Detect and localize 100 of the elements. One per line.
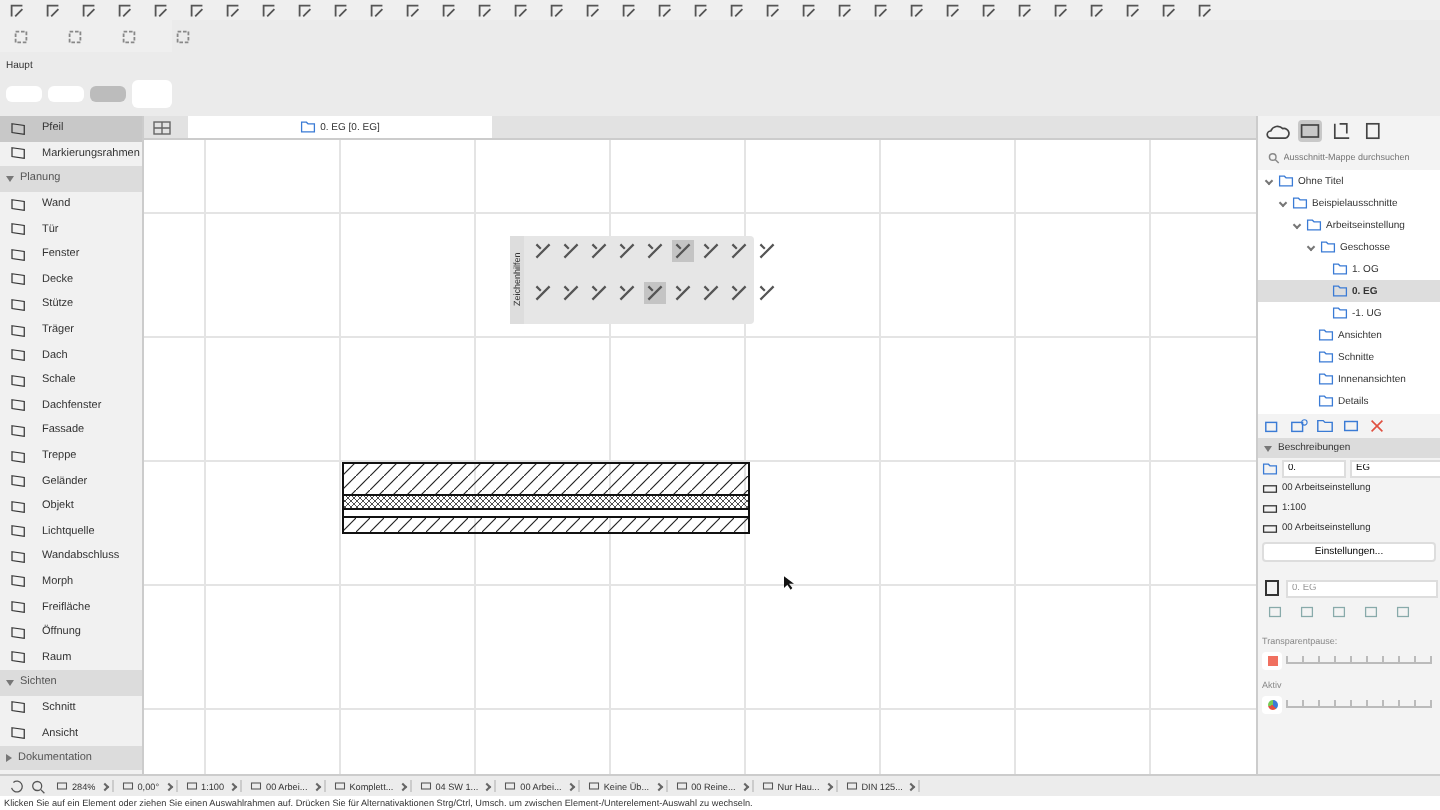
drawing-aid-glyph-icon[interactable] — [560, 282, 582, 304]
drawing-aid-glyph-icon[interactable] — [560, 240, 582, 262]
status-glyph-icon — [504, 780, 517, 792]
zoom-in-icon[interactable] — [30, 778, 48, 794]
toolbar-glyph-icon[interactable] — [12, 27, 30, 45]
expand-chevron-icon[interactable] — [1306, 242, 1316, 252]
publisher-icon[interactable] — [1362, 119, 1386, 141]
drawing-aid-glyph-icon[interactable] — [588, 282, 610, 304]
toolbar-glyph-icon[interactable] — [116, 2, 134, 20]
toolbar-glyph-icon[interactable] — [872, 2, 890, 20]
color-swatch[interactable] — [1262, 651, 1282, 669]
new-view-icon[interactable] — [1264, 418, 1282, 434]
expand-chevron-icon[interactable] — [1264, 176, 1274, 186]
toolbar-glyph-icon[interactable] — [476, 2, 494, 20]
toolbar-glyph-icon[interactable] — [80, 2, 98, 20]
toolbar-glyph-icon[interactable] — [908, 2, 926, 20]
toolbar-glyph-icon[interactable] — [368, 2, 386, 20]
expand-chevron-icon[interactable] — [1292, 220, 1302, 230]
folder-icon — [1262, 461, 1278, 475]
chevron-icon — [566, 781, 575, 791]
toolbar-glyph-icon[interactable] — [584, 2, 602, 20]
drawing-aid-glyph-icon[interactable] — [728, 240, 750, 262]
toolbar-glyph-icon[interactable] — [8, 2, 26, 20]
status-glyph-icon — [333, 780, 346, 792]
drawing-aid-glyph-icon[interactable] — [700, 282, 722, 304]
cloud-icon[interactable] — [1266, 119, 1290, 141]
toolbar-glyph-icon[interactable] — [692, 2, 710, 20]
toolbar-glyph-icon[interactable] — [440, 2, 458, 20]
drawing-aid-glyph-icon[interactable] — [616, 282, 638, 304]
drawing-aid-glyph-icon[interactable] — [532, 240, 554, 262]
chevron-icon — [163, 781, 173, 791]
toolbar-glyph-icon[interactable] — [1052, 2, 1070, 20]
toolbar-glyph-icon[interactable] — [620, 2, 638, 20]
toolbar-glyph-icon[interactable] — [296, 2, 314, 20]
view-map-icon[interactable] — [1298, 119, 1322, 141]
toolbar-glyph-icon[interactable] — [836, 2, 854, 20]
chevron-icon — [398, 781, 407, 791]
folder-icon — [300, 120, 317, 134]
drawing-aid-glyph-icon[interactable] — [672, 240, 694, 262]
page-icon[interactable] — [1262, 578, 1282, 598]
status-glyph-icon — [845, 780, 858, 792]
toolbar-glyph-icon[interactable] — [120, 27, 138, 45]
status-glyph-icon — [56, 780, 68, 792]
toolbar-glyph-icon[interactable] — [1196, 2, 1214, 20]
clone-view-icon[interactable] — [1290, 418, 1308, 434]
color-swatch[interactable] — [1262, 695, 1282, 713]
toolbar-glyph-icon[interactable] — [152, 2, 170, 20]
toolbar-glyph-icon[interactable] — [656, 2, 674, 20]
toolbar-glyph-icon[interactable] — [728, 2, 746, 20]
chevron-icon — [653, 781, 663, 791]
toolbar-glyph-icon[interactable] — [1088, 2, 1106, 20]
toolbar-glyph-icon[interactable] — [260, 2, 278, 20]
status-glyph-icon — [121, 780, 134, 792]
status-glyph-icon — [761, 780, 774, 792]
chevron-icon — [312, 781, 321, 791]
drawing-aid-glyph-icon[interactable] — [672, 282, 694, 304]
toolbar-glyph-icon[interactable] — [188, 2, 206, 20]
drawing-aid-glyph-icon[interactable] — [644, 282, 666, 304]
toolbar-glyph-icon[interactable] — [944, 2, 962, 20]
drawing-aid-glyph-icon[interactable] — [756, 240, 778, 262]
toolbar-glyph-icon[interactable] — [1016, 2, 1034, 20]
view-settings-icon[interactable] — [1342, 418, 1360, 434]
toolbar-glyph-icon[interactable] — [404, 2, 422, 20]
toolbar-glyph-icon[interactable] — [332, 2, 350, 20]
toolbar-glyph-icon[interactable] — [512, 2, 530, 20]
mouse-pointer-icon — [784, 576, 794, 590]
drawing-aid-glyph-icon[interactable] — [616, 240, 638, 262]
chevron-icon — [483, 781, 492, 791]
status-glyph-icon — [250, 780, 263, 792]
chevron-icon — [228, 781, 238, 791]
drawing-aid-glyph-icon[interactable] — [728, 282, 750, 304]
toolbar-glyph-icon[interactable] — [980, 2, 998, 20]
chevron-icon — [824, 781, 833, 791]
toolbar-glyph-icon[interactable] — [174, 27, 192, 45]
toolbar-glyph-icon[interactable] — [224, 2, 242, 20]
toolbar-glyph-icon[interactable] — [1124, 2, 1142, 20]
undo-view-icon[interactable] — [8, 778, 26, 794]
toolbar-glyph-icon[interactable] — [548, 2, 566, 20]
delete-icon[interactable] — [1368, 418, 1386, 434]
drawing-aid-glyph-icon[interactable] — [644, 240, 666, 262]
grid-view-icon[interactable] — [152, 119, 172, 135]
chevron-icon — [740, 781, 749, 791]
drawing-aid-glyph-icon[interactable] — [588, 240, 610, 262]
toolbar-glyph-icon[interactable] — [44, 2, 62, 20]
new-folder-icon[interactable] — [1316, 418, 1334, 434]
toolbar-glyph-icon[interactable] — [66, 27, 84, 45]
chevron-icon — [907, 781, 917, 791]
status-glyph-icon — [675, 780, 688, 792]
expand-chevron-icon[interactable] — [1278, 198, 1288, 208]
layout-book-icon[interactable] — [1330, 119, 1354, 141]
status-glyph-icon — [587, 780, 600, 792]
search-icon — [1268, 151, 1280, 163]
drawing-aid-glyph-icon[interactable] — [700, 240, 722, 262]
drawing-aid-glyph-icon[interactable] — [756, 282, 778, 304]
drawing-aid-glyph-icon[interactable] — [532, 282, 554, 304]
toolbar-glyph-icon[interactable] — [764, 2, 782, 20]
chevron-icon — [100, 781, 109, 791]
toolbar-glyph-icon[interactable] — [1160, 2, 1178, 20]
toolbar-glyph-icon[interactable] — [800, 2, 818, 20]
status-glyph-icon — [419, 780, 432, 792]
